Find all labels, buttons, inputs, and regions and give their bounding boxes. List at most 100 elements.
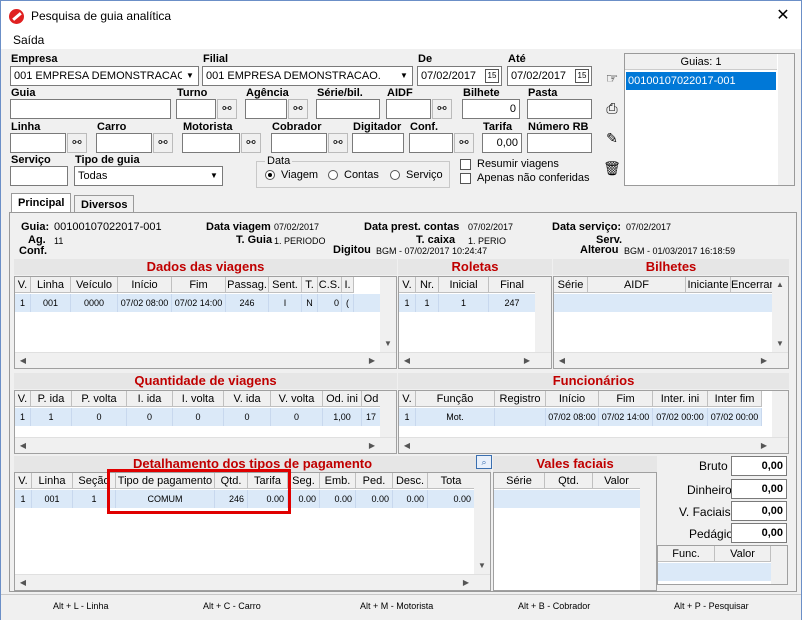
column-header[interactable]: Qtd.: [545, 473, 593, 489]
column-header[interactable]: V. ida: [224, 391, 271, 407]
dinheiro-field[interactable]: 0,00: [731, 479, 787, 499]
column-header[interactable]: Início: [118, 277, 172, 293]
conf-input[interactable]: [409, 133, 453, 153]
chevron-right-icon[interactable]: ▶: [756, 353, 772, 368]
chevron-left-icon[interactable]: ◀: [15, 575, 31, 590]
horizontal-scrollbar[interactable]: ◀ ▶: [554, 352, 788, 368]
column-header[interactable]: Iniciante: [686, 277, 731, 293]
vertical-scrollbar[interactable]: ▼: [474, 473, 490, 574]
servico-input[interactable]: [10, 166, 68, 186]
column-header[interactable]: Valor: [593, 473, 641, 489]
column-header[interactable]: Od: [362, 391, 381, 407]
pointing-hand-icon[interactable]: ☞: [601, 67, 623, 89]
pedagio-field[interactable]: 0,00: [731, 523, 787, 543]
chevron-left-icon[interactable]: ◀: [15, 353, 31, 368]
column-header[interactable]: Final: [489, 277, 536, 293]
digitador-input[interactable]: [352, 133, 404, 153]
vertical-scrollbar[interactable]: [771, 546, 787, 584]
turno-input[interactable]: [176, 99, 216, 119]
column-header[interactable]: Inter fim: [708, 391, 762, 407]
column-header[interactable]: P. ida: [31, 391, 72, 407]
carro-input[interactable]: [96, 133, 152, 153]
table-row[interactable]: [494, 490, 641, 508]
guias-scrollbar[interactable]: [778, 54, 794, 185]
column-header[interactable]: Emb.: [320, 473, 356, 489]
empresa-select[interactable]: 001 EMPRESA DEMONSTRACAO ▼: [10, 66, 199, 86]
de-date-field[interactable]: 07/02/2017 15: [417, 66, 502, 86]
column-header[interactable]: Tota: [428, 473, 475, 489]
chevron-down-icon[interactable]: ▼: [396, 67, 412, 85]
menu-saida[interactable]: Saída: [13, 33, 44, 47]
chevron-left-icon[interactable]: ◀: [399, 438, 415, 453]
filial-select[interactable]: 001 EMPRESA DEMONSTRACAO. ▼: [202, 66, 413, 86]
column-header[interactable]: V.: [15, 277, 31, 293]
column-header[interactable]: I. volta: [173, 391, 224, 407]
column-header[interactable]: Inicial: [439, 277, 489, 293]
column-header[interactable]: Func.: [658, 546, 715, 562]
guia-input[interactable]: [10, 99, 171, 119]
chevron-down-icon[interactable]: ▼: [206, 167, 222, 185]
column-header[interactable]: T.: [302, 277, 318, 293]
chevron-left-icon[interactable]: ◀: [399, 353, 415, 368]
ate-date-field[interactable]: 07/02/2017 15: [507, 66, 592, 86]
column-header[interactable]: Registro: [495, 391, 546, 407]
v-faciais-field[interactable]: 0,00: [731, 501, 787, 521]
binoculars-icon[interactable]: ⚯: [217, 99, 237, 119]
trash-icon[interactable]: 🗑: [601, 157, 623, 179]
column-header[interactable]: V.: [399, 391, 416, 407]
binoculars-icon[interactable]: ⚯: [288, 99, 308, 119]
column-header[interactable]: Veículo: [71, 277, 118, 293]
radio-contas[interactable]: [328, 170, 338, 180]
column-header[interactable]: Od. ini: [323, 391, 362, 407]
apenas-nao-conferidas-checkbox[interactable]: [460, 173, 471, 184]
table-row[interactable]: [554, 294, 773, 312]
column-header[interactable]: Passag.: [226, 277, 269, 293]
horizontal-scrollbar[interactable]: ◀ ▶: [399, 437, 788, 453]
column-header[interactable]: Função: [416, 391, 495, 407]
column-header[interactable]: V.: [15, 391, 31, 407]
column-header[interactable]: P. volta: [72, 391, 127, 407]
column-header[interactable]: AIDF: [588, 277, 686, 293]
column-header[interactable]: Seg.: [288, 473, 320, 489]
horizontal-scrollbar[interactable]: ◀ ▶: [15, 437, 396, 453]
column-header[interactable]: Início: [546, 391, 599, 407]
chevron-left-icon[interactable]: ◀: [15, 438, 31, 453]
column-header[interactable]: V.: [399, 277, 416, 293]
horizontal-scrollbar[interactable]: ◀ ▶: [15, 352, 396, 368]
radio-servico[interactable]: [390, 170, 400, 180]
pasta-input[interactable]: [527, 99, 592, 119]
vertical-scrollbar[interactable]: ▲ ▼: [772, 277, 788, 352]
calendar-icon[interactable]: 15: [485, 69, 499, 83]
guias-list-item[interactable]: 00100107022017-001: [626, 72, 776, 90]
column-header[interactable]: Valor: [715, 546, 771, 562]
resumir-viagens-checkbox[interactable]: [460, 159, 471, 170]
vertical-scrollbar[interactable]: [535, 277, 551, 352]
cobrador-input[interactable]: [271, 133, 327, 153]
vertical-scrollbar[interactable]: [772, 391, 788, 437]
aidf-input[interactable]: [386, 99, 431, 119]
chevron-right-icon[interactable]: ▶: [756, 438, 772, 453]
binoculars-icon[interactable]: ⚯: [328, 133, 348, 153]
chevron-up-icon[interactable]: ▲: [772, 277, 788, 293]
column-header[interactable]: Desc.: [393, 473, 428, 489]
motorista-input[interactable]: [182, 133, 240, 153]
table-row[interactable]: 1 1 0 0 0 0 0 1,00 17: [15, 408, 381, 426]
chevron-right-icon[interactable]: ▶: [364, 438, 380, 453]
column-header[interactable]: Nr.: [416, 277, 439, 293]
horizontal-scrollbar[interactable]: ◀ ▶: [15, 574, 490, 590]
numero-rb-input[interactable]: [527, 133, 592, 153]
column-header[interactable]: I. ida: [127, 391, 173, 407]
column-header[interactable]: Inter. ini: [653, 391, 708, 407]
column-header[interactable]: Série: [554, 277, 588, 293]
column-header[interactable]: C.S.: [318, 277, 342, 293]
table-row[interactable]: 1 1 1 247: [399, 294, 536, 312]
printer-icon[interactable]: ⎙: [601, 97, 623, 119]
serie-input[interactable]: [316, 99, 380, 119]
column-header[interactable]: Sent.: [269, 277, 302, 293]
column-header[interactable]: Linha: [32, 473, 73, 489]
binoculars-icon[interactable]: ⚯: [241, 133, 261, 153]
chevron-right-icon[interactable]: ▶: [519, 353, 535, 368]
binoculars-icon[interactable]: ⚯: [67, 133, 87, 153]
chevron-left-icon[interactable]: ◀: [554, 353, 570, 368]
table-row[interactable]: 1 001 0000 07/02 08:00 07/02 14:00 246 I…: [15, 294, 381, 312]
